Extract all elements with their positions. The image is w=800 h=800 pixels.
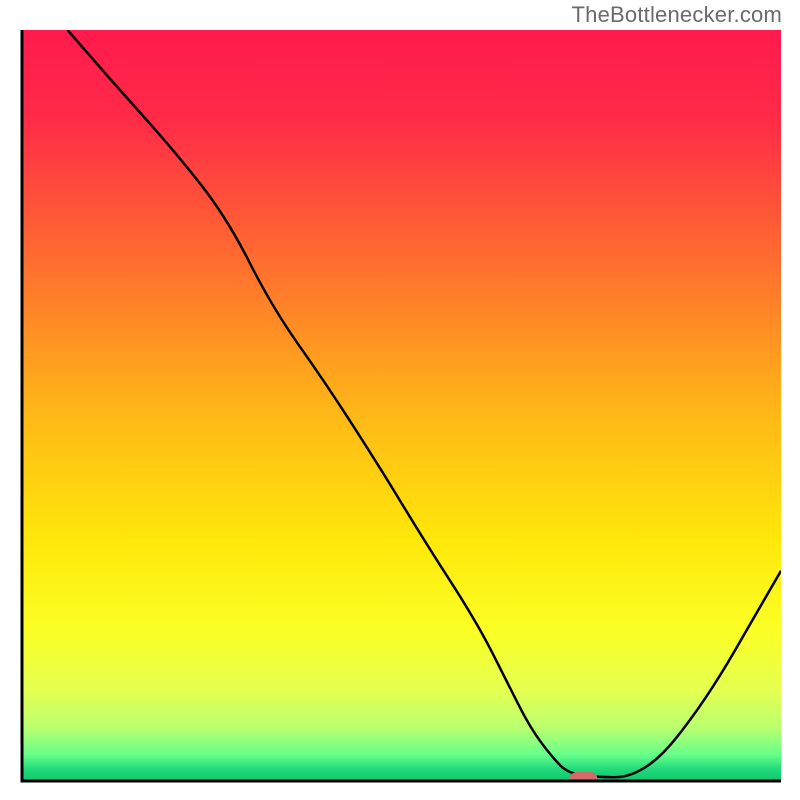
- chart-background-gradient: [22, 30, 781, 781]
- chart-container: { "watermark": "TheBottlenecker.com", "c…: [0, 0, 800, 800]
- bottleneck-chart: [0, 0, 800, 800]
